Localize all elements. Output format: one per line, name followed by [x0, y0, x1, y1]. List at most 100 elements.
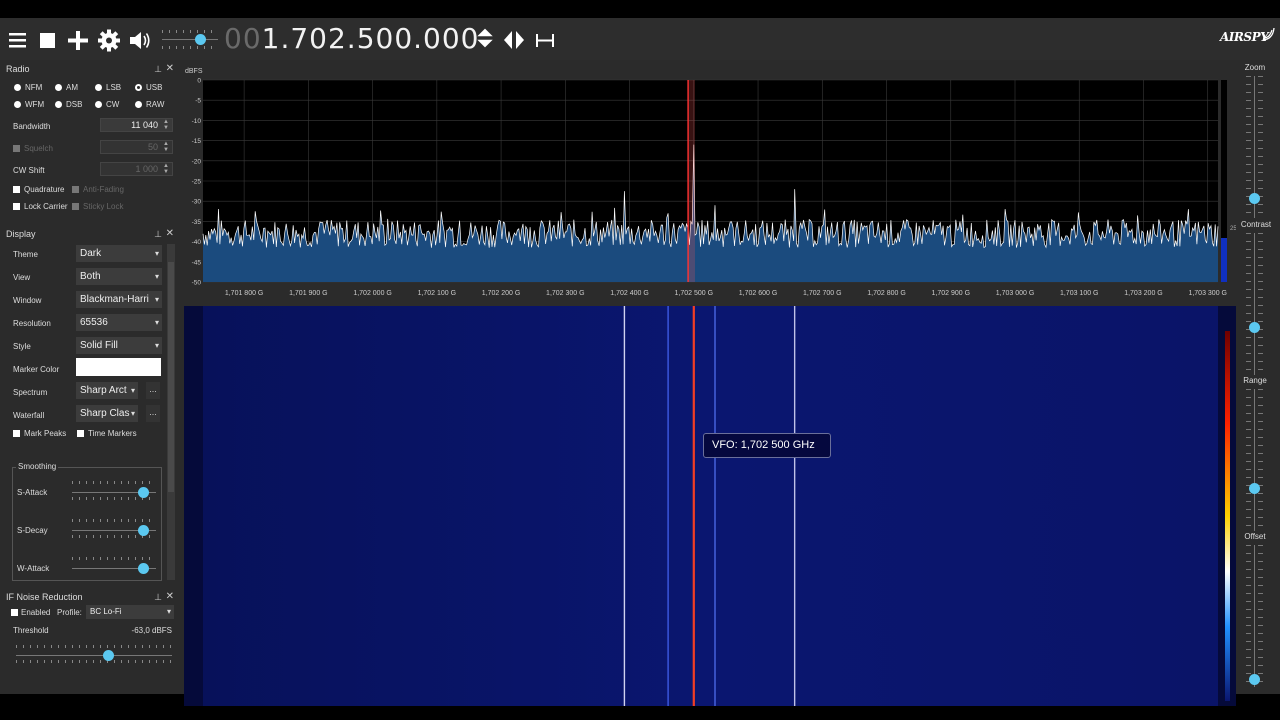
radio-dot: [55, 84, 62, 91]
quadrature-checkbox[interactable]: [13, 186, 20, 193]
mark-peaks-checkbox[interactable]: [13, 430, 20, 437]
display-panel-title: Display: [6, 229, 36, 239]
plus-icon[interactable]: [66, 28, 90, 52]
if-nr-enabled-checkbox[interactable]: [11, 609, 18, 616]
offset-track[interactable]: [1254, 545, 1255, 687]
frequency-display[interactable]: 001.702.500.000: [224, 20, 480, 58]
close-icon[interactable]: ✕: [166, 228, 174, 239]
time-markers-label: Time Markers: [88, 429, 137, 438]
antifading-checkbox[interactable]: [72, 186, 79, 193]
spin-arrows-icon[interactable]: ▲ ▼: [163, 119, 169, 131]
vfo-marker[interactable]: [687, 80, 689, 282]
close-icon[interactable]: ✕: [166, 63, 174, 74]
s-attack-slider[interactable]: [138, 487, 149, 498]
offset-label: Offset: [1244, 532, 1266, 541]
mode-lsb[interactable]: LSB: [95, 83, 121, 92]
bandwidth-input[interactable]: 11 040 ▲ ▼: [100, 118, 173, 132]
w-attack-slider[interactable]: [138, 563, 149, 574]
left-panel: Radio ⊥ ✕ NFM AM LSB USB WFM DSB CW RAW …: [0, 60, 180, 694]
threshold-track[interactable]: [16, 655, 172, 656]
volume-track[interactable]: [162, 39, 218, 40]
radio-dot: [14, 101, 21, 108]
contrast-track[interactable]: [1254, 233, 1255, 375]
x-tick-label: 1,702 300 G: [546, 290, 585, 297]
range-track[interactable]: [1254, 389, 1255, 531]
zoom-label: Zoom: [1244, 63, 1266, 72]
gear-icon[interactable]: [97, 28, 121, 52]
pin-icon[interactable]: ⊥: [154, 64, 162, 75]
waterfall-more-button[interactable]: ...: [146, 405, 160, 422]
mode-raw[interactable]: RAW: [135, 100, 164, 109]
spectrum-x-ticks: 1,701 800 G 1,701 900 G 1,702 000 G 1,702 1…: [225, 290, 1227, 297]
spectrum-more-button[interactable]: ...: [146, 382, 160, 399]
resolution-dropdown[interactable]: 65536: [76, 314, 162, 331]
stop-icon[interactable]: [36, 28, 60, 52]
spin-arrows-icon[interactable]: ▲ ▼: [163, 141, 169, 153]
close-icon[interactable]: ✕: [166, 591, 174, 602]
squelch-checkbox[interactable]: [13, 145, 20, 152]
style-dropdown[interactable]: Solid Fill: [76, 337, 162, 354]
mode-am[interactable]: AM: [55, 83, 78, 92]
cwshift-value: 1 000: [135, 164, 158, 174]
contrast-label: Contrast: [1240, 220, 1272, 229]
level-meter-value: 25: [1230, 226, 1236, 232]
x-tick-label: 1,701 800 G: [225, 290, 264, 297]
style-label: Style: [13, 342, 31, 351]
y-tick-label: -5: [195, 98, 201, 105]
marker-color-swatch[interactable]: [76, 358, 161, 376]
mode-nfm[interactable]: NFM: [14, 83, 42, 92]
s-decay-slider[interactable]: [138, 525, 149, 536]
cwshift-input[interactable]: 1 000 ▲ ▼: [100, 162, 173, 176]
hamburger-menu-icon[interactable]: [6, 28, 30, 52]
mode-label: DSB: [66, 100, 83, 109]
if-nr-profile-label: Profile:: [57, 608, 82, 617]
mode-cw[interactable]: CW: [95, 100, 119, 109]
pin-icon[interactable]: ⊥: [154, 592, 162, 603]
volume-slider[interactable]: [195, 34, 206, 45]
right-panel: Zoom Contrast Range Offset: [1238, 60, 1280, 694]
pin-icon[interactable]: ⊥: [154, 229, 162, 240]
waterfall-trace: [623, 306, 626, 706]
theme-dropdown[interactable]: Dark: [76, 245, 162, 262]
view-dropdown[interactable]: Both: [76, 268, 162, 285]
lockcarrier-checkbox[interactable]: [13, 203, 20, 210]
up-down-arrows-icon[interactable]: [473, 26, 497, 50]
cwshift-label: CW Shift: [13, 166, 45, 175]
x-tick-label: 1,703 100 G: [1060, 290, 1099, 297]
y-tick-label: -35: [192, 219, 202, 226]
threshold-slider[interactable]: [103, 650, 114, 661]
zoom-slider[interactable]: [1249, 193, 1260, 204]
if-nr-profile-dropdown[interactable]: BC Lo-Fi: [86, 605, 174, 619]
squelch-label: Squelch: [24, 144, 53, 153]
spectrum-palette-dropdown[interactable]: Sharp Arct: [76, 382, 138, 399]
mode-wfm[interactable]: WFM: [14, 100, 44, 109]
mode-dsb[interactable]: DSB: [55, 100, 82, 109]
squelch-input[interactable]: 50 ▲ ▼: [100, 140, 173, 154]
waterfall-palette-dropdown[interactable]: Sharp Clas: [76, 405, 138, 422]
x-tick-label: 1,702 500 G: [675, 290, 714, 297]
window-dropdown[interactable]: Blackman-Harri: [76, 291, 162, 308]
waterfall-display[interactable]: [184, 306, 1236, 706]
dbfs-unit-label: dBFS: [185, 68, 203, 75]
contrast-slider[interactable]: [1249, 322, 1260, 333]
mode-usb[interactable]: USB: [135, 83, 162, 92]
range-slider[interactable]: [1249, 483, 1260, 494]
speaker-icon[interactable]: [128, 28, 152, 52]
scrollbar-thumb[interactable]: [168, 262, 174, 492]
span-icon[interactable]: [533, 28, 557, 52]
stickylock-checkbox[interactable]: [72, 203, 79, 210]
airspy-logo: AIRSPY: [1220, 30, 1269, 44]
offset-slider[interactable]: [1249, 674, 1260, 685]
if-nr-enabled-label: Enabled: [21, 608, 51, 617]
time-markers-checkbox[interactable]: [77, 430, 84, 437]
y-tick-label: -30: [192, 199, 202, 206]
s-attack-ticks: [72, 481, 156, 484]
left-right-arrows-icon[interactable]: [502, 28, 526, 52]
waterfall-vfo-trace: [692, 306, 695, 706]
spectrum-analyzer[interactable]: dBFS 0 -5 -10 -15 -20 -25 -30 -35 -40 -45 -50 1,70…: [184, 62, 1236, 302]
spin-arrows-icon[interactable]: ▲ ▼: [163, 163, 169, 175]
display-scrollbar[interactable]: [167, 244, 175, 580]
y-tick-label: -15: [192, 138, 202, 145]
stickylock-label: Sticky Lock: [83, 202, 124, 211]
x-tick-label: 1,702 200 G: [482, 290, 521, 297]
